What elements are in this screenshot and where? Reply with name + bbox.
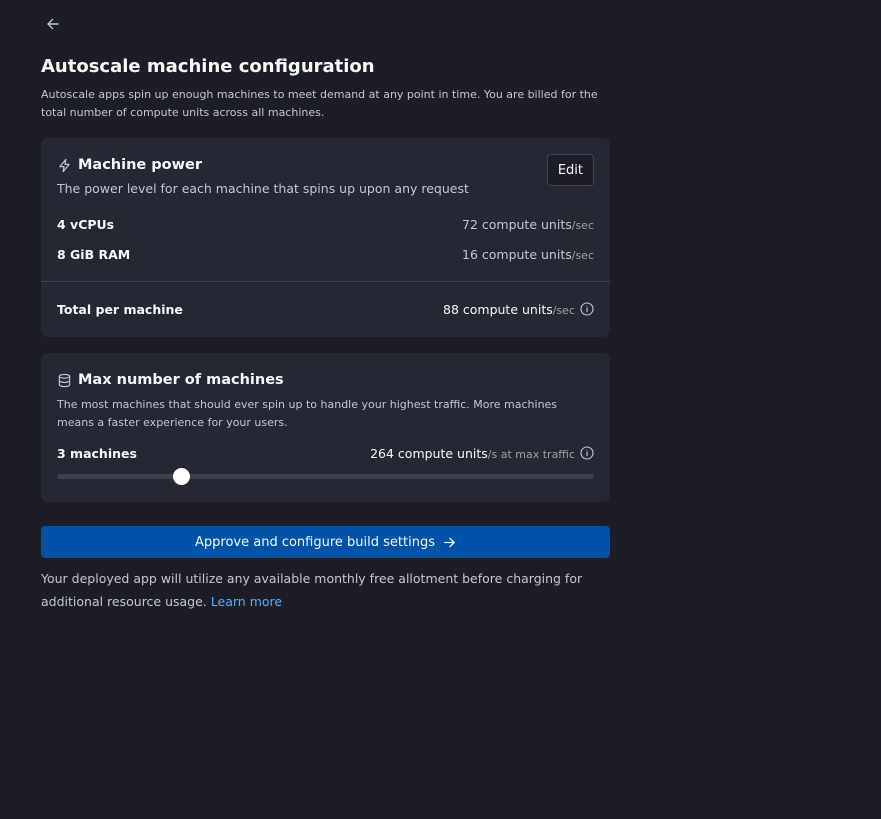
max-machines-description: The most machines that should ever spin … <box>57 398 558 429</box>
ram-unit: /sec <box>571 248 594 262</box>
machine-power-header: Machine power <box>57 154 594 176</box>
main-content: Autoscale machine configuration Autoscal… <box>41 54 610 613</box>
machines-slider[interactable] <box>57 466 594 486</box>
arrow-right-icon <box>444 537 455 547</box>
arrow-left-icon <box>47 18 59 30</box>
max-unit: /s at max traffic <box>487 447 575 461</box>
ram-row: 8 GiB RAM 16 compute units/sec <box>57 239 594 269</box>
slider-thumb[interactable] <box>172 468 190 485</box>
total-label: Total per machine <box>57 301 183 317</box>
total-unit: /sec <box>552 303 575 317</box>
footnote-text: Your deployed app will utilize any avail… <box>41 571 583 609</box>
edit-button[interactable]: Edit <box>546 154 594 186</box>
vcpu-unit: /sec <box>571 218 594 232</box>
slider-track[interactable] <box>57 474 594 479</box>
max-machines-card: Max number of machines The most machines… <box>41 353 610 502</box>
learn-more-link[interactable]: Learn more <box>211 594 282 609</box>
machine-power-title: Machine power <box>78 157 203 173</box>
vcpu-value: 72 compute units/sec <box>462 217 594 232</box>
approve-button[interactable]: Approve and configure build settings <box>41 526 610 558</box>
ram-label: 8 GiB RAM <box>57 246 131 262</box>
footnote: Your deployed app will utilize any avail… <box>41 567 601 613</box>
total-row: Total per machine 88 compute units/sec <box>57 297 594 321</box>
machine-power-description: The power level for each machine that sp… <box>57 181 469 196</box>
vcpu-compute-units: 72 compute units <box>462 216 572 232</box>
ram-compute-units: 16 compute units <box>462 246 572 262</box>
lightning-icon <box>57 158 72 173</box>
total-value: 88 compute units/sec <box>443 302 594 317</box>
machines-row: 3 machines 264 compute units/s at max tr… <box>57 442 594 464</box>
info-icon[interactable] <box>580 446 594 460</box>
page-title: Autoscale machine configuration <box>41 56 375 77</box>
approve-button-label: Approve and configure build settings <box>195 534 435 550</box>
total-compute-units: 88 compute units <box>443 301 553 317</box>
divider <box>41 281 610 282</box>
machine-power-card: Machine power The power level for each m… <box>41 138 610 337</box>
database-icon <box>57 373 72 388</box>
vcpu-row: 4 vCPUs 72 compute units/sec <box>57 209 594 239</box>
machines-count: 3 machines <box>57 445 137 461</box>
vcpu-label: 4 vCPUs <box>57 216 115 232</box>
ram-value: 16 compute units/sec <box>462 247 594 262</box>
max-machines-header: Max number of machines <box>57 369 594 391</box>
machines-value: 264 compute units/s at max traffic <box>370 446 594 461</box>
info-icon[interactable] <box>580 302 594 316</box>
page-subtitle: Autoscale apps spin up enough machines t… <box>41 88 598 119</box>
back-button[interactable] <box>40 11 66 37</box>
max-machines-title: Max number of machines <box>78 372 284 388</box>
max-compute-units: 264 compute units <box>370 445 488 461</box>
machine-power-rows: 4 vCPUs 72 compute units/sec 8 GiB RAM 1… <box>57 209 594 269</box>
